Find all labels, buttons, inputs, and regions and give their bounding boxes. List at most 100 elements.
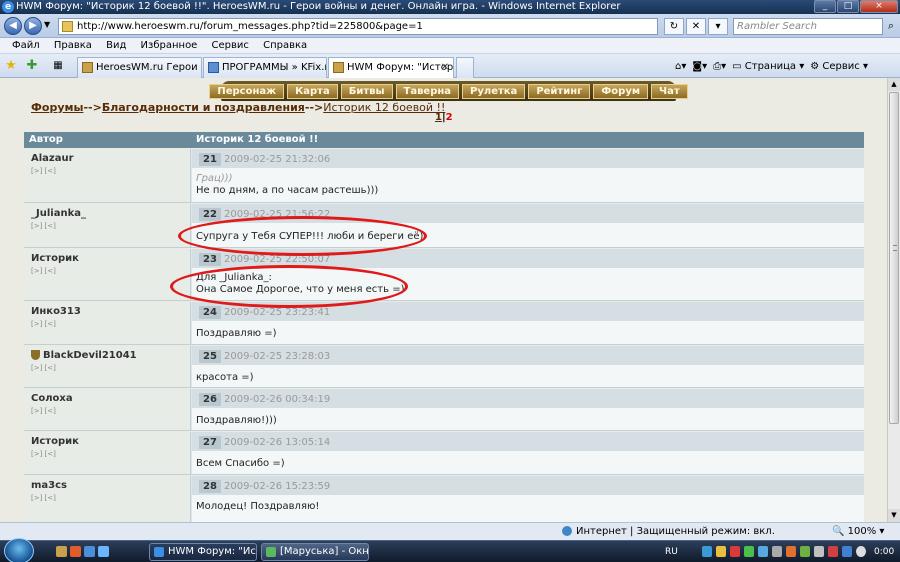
nav-map[interactable]: Карта [287, 84, 338, 99]
breadcrumb-separator: --> [83, 101, 102, 114]
tray-app-icon[interactable] [842, 546, 852, 557]
post-number[interactable]: 28 [199, 480, 221, 493]
scroll-down-icon[interactable]: ▼ [888, 509, 900, 522]
search-input[interactable]: Rambler Search [733, 18, 883, 35]
tray-app-icon[interactable] [814, 546, 824, 557]
clock[interactable]: 0:00 [874, 541, 894, 562]
author-links[interactable]: [>] [<] [31, 267, 190, 275]
quicklaunch-ie-icon[interactable] [84, 546, 95, 557]
scroll-thumb[interactable] [889, 92, 899, 424]
author-name[interactable]: Солоха [31, 393, 190, 404]
start-button[interactable] [4, 538, 34, 562]
post-header: 25 2009-02-25 23:28:03 [192, 346, 864, 365]
address-input[interactable]: http://www.heroeswm.ru/forum_messages.ph… [58, 18, 658, 35]
post-number[interactable]: 26 [199, 393, 221, 406]
compat-icon[interactable]: ▾ [708, 18, 728, 35]
stop-icon[interactable]: ✕ [686, 18, 706, 35]
tray-app-icon[interactable] [800, 546, 810, 557]
menu-view[interactable]: Вид [106, 40, 126, 51]
close-tab-icon[interactable]: ✕ [441, 58, 449, 77]
tray-skype-icon[interactable] [758, 546, 768, 557]
language-indicator[interactable]: RU [665, 541, 678, 562]
tab-favicon-icon [82, 62, 93, 73]
menu-file[interactable]: Файл [12, 40, 40, 51]
author-name[interactable]: Историк [31, 436, 190, 447]
scroll-up-icon[interactable]: ▲ [888, 78, 900, 91]
new-tab-button[interactable] [456, 57, 474, 78]
author-name[interactable]: Инко313 [31, 306, 190, 317]
post-number[interactable]: 21 [199, 153, 221, 166]
quick-tabs-icon[interactable]: ▦ [50, 58, 66, 74]
quicklaunch-media-icon[interactable] [70, 546, 81, 557]
clan-shield-icon[interactable] [31, 350, 40, 360]
author-links[interactable]: [>] [<] [31, 450, 190, 458]
post-number[interactable]: 22 [199, 208, 221, 221]
breadcrumb-forums[interactable]: Форумы [31, 101, 83, 114]
tray-sound-icon[interactable] [716, 546, 726, 557]
maximize-button[interactable]: □ [837, 0, 859, 13]
author-links[interactable]: [>] [<] [31, 222, 190, 230]
nav-forum[interactable]: Форум [593, 84, 649, 99]
search-icon[interactable]: ⌕ [884, 18, 898, 35]
tools-menu[interactable]: ⚙ Сервис ▾ [810, 58, 868, 75]
chat-task-icon [266, 547, 276, 557]
feeds-icon[interactable]: ◙▾ [692, 58, 707, 75]
zoom-control[interactable]: 🔍 100% ▾ [832, 523, 884, 540]
post-number[interactable]: 27 [199, 436, 221, 449]
menu-favorites[interactable]: Избранное [141, 40, 198, 51]
author-links[interactable]: [>] [<] [31, 494, 190, 502]
author-name[interactable]: Alazaur [31, 153, 190, 164]
security-zone[interactable]: Интернет | Защищенный режим: вкл. [562, 523, 775, 540]
page-menu[interactable]: ▭ Страница ▾ [732, 58, 804, 75]
nav-rating[interactable]: Рейтинг [528, 84, 591, 99]
nav-chat[interactable]: Чат [651, 84, 688, 99]
author-name[interactable]: ma3cs [31, 480, 190, 491]
refresh-icon[interactable]: ↻ [664, 18, 684, 35]
nav-battles[interactable]: Битвы [340, 84, 393, 99]
author-links[interactable]: [>] [<] [31, 167, 190, 175]
author-name[interactable]: BlackDevil21041 [43, 350, 137, 361]
tab-kfix[interactable]: ПРОГРАММЫ » KFix.ru - ... [203, 57, 327, 78]
author-links[interactable]: [>] [<] [31, 407, 190, 415]
nav-character[interactable]: Персонаж [209, 84, 285, 99]
forward-icon[interactable]: ▶ [24, 17, 42, 35]
post-number[interactable]: 25 [199, 350, 221, 363]
post-number[interactable]: 24 [199, 306, 221, 319]
post-number[interactable]: 23 [199, 253, 221, 266]
tray-app-icon[interactable] [786, 546, 796, 557]
breadcrumb-topic[interactable]: Историк 12 боевой !! [323, 101, 445, 114]
home-icon[interactable]: ⌂▾ [675, 58, 686, 75]
quicklaunch-skype-icon[interactable] [98, 546, 109, 557]
tray-icq-icon[interactable] [744, 546, 754, 557]
menu-edit[interactable]: Правка [54, 40, 92, 51]
quicklaunch-folder-icon[interactable] [56, 546, 67, 557]
taskbar-button-ie[interactable]: HWM Форум: "Истор... [149, 543, 257, 561]
breadcrumb-section[interactable]: Благодарности и поздравления [102, 101, 305, 114]
author-links[interactable]: [>] [<] [31, 364, 190, 372]
tab-heroeswm[interactable]: HeroesWM.ru Герои войн... [77, 57, 202, 78]
tab-hwm-forum[interactable]: HWM Форум: "Истори... ✕ [328, 57, 454, 79]
menu-tools[interactable]: Сервис [212, 40, 249, 51]
forum-post: Alazaur [>] [<] 21 2009-02-25 21:32:06 Гр… [24, 149, 864, 203]
close-window-button[interactable]: × [860, 0, 898, 13]
tray-app-icon[interactable] [828, 546, 838, 557]
nav-tavern[interactable]: Таверна [395, 84, 460, 99]
author-name[interactable]: _Julianka_ [31, 208, 190, 219]
taskbar-button-chat[interactable]: [Маруська] - Окно ... [261, 543, 369, 561]
history-dropdown-icon[interactable]: ▼ [44, 20, 50, 29]
add-favorite-icon[interactable]: ✚ [24, 58, 40, 74]
nav-roulette[interactable]: Рулетка [462, 84, 526, 99]
author-name[interactable]: Историк [31, 253, 190, 264]
tray-volume-icon[interactable] [856, 546, 866, 557]
page-link-1[interactable]: 1 [435, 112, 442, 123]
minimize-button[interactable]: _ [814, 0, 836, 13]
author-links[interactable]: [>] [<] [31, 320, 190, 328]
tray-antivirus-icon[interactable] [730, 546, 740, 557]
tray-network-icon[interactable] [702, 546, 712, 557]
vertical-scrollbar[interactable]: ▲ ▼ [887, 78, 900, 522]
back-icon[interactable]: ◀ [4, 17, 22, 35]
tray-app-icon[interactable] [772, 546, 782, 557]
favorites-star-icon[interactable]: ★ [3, 58, 19, 74]
print-icon[interactable]: ⎙▾ [713, 58, 726, 75]
menu-help[interactable]: Справка [263, 40, 307, 51]
